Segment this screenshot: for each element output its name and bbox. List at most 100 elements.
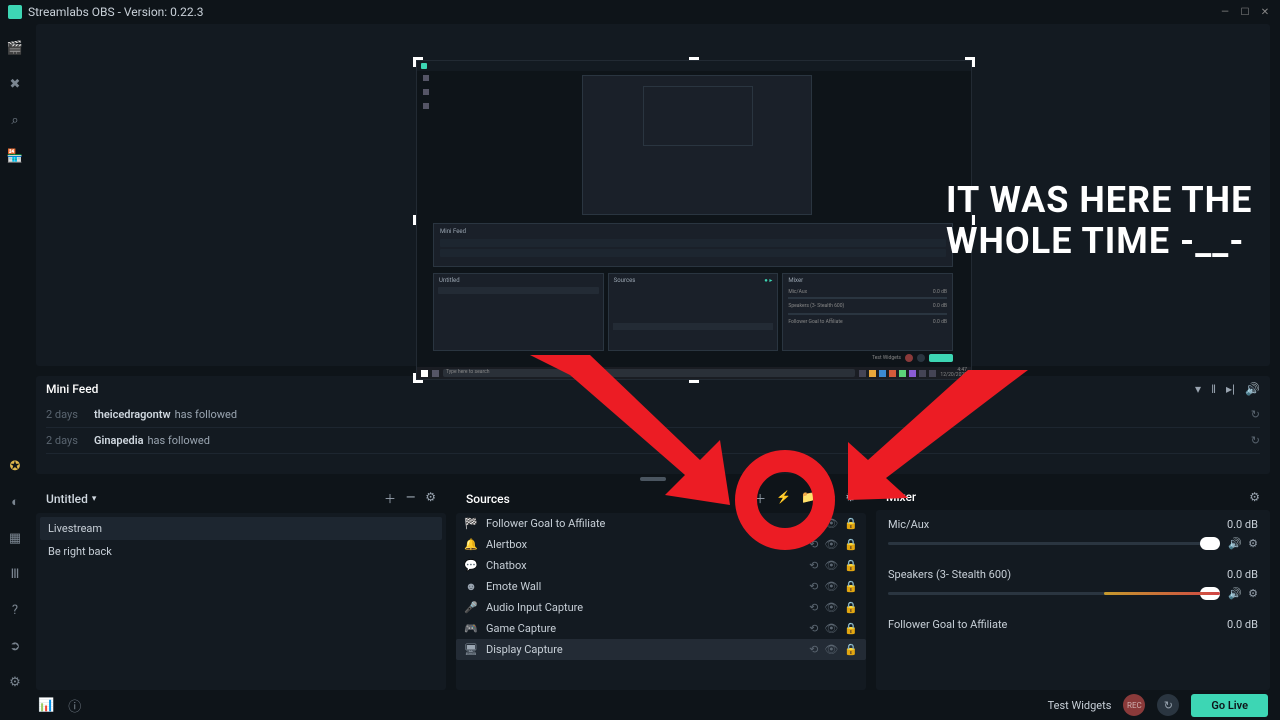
lock-icon[interactable]: 🔒 <box>844 601 858 614</box>
link-icon[interactable]: ⟲ <box>809 580 818 593</box>
mixer-channel-name: Mic/Aux <box>888 518 929 531</box>
mute-icon[interactable]: 🔊 <box>1228 537 1242 550</box>
link-icon[interactable]: ⟲ <box>809 559 818 572</box>
feed-action: has followed <box>147 434 209 447</box>
settings-icon[interactable]: ⚙ <box>7 674 23 690</box>
source-label: Emote Wall <box>486 580 541 593</box>
scene-collection-label: Untitled <box>46 492 88 506</box>
repeat-icon[interactable]: ↻ <box>1251 408 1260 421</box>
scene-settings-icon[interactable]: ⚙ <box>425 490 436 507</box>
bottom-bar: 📊 ⓘ Test Widgets REC ↻ Go Live <box>0 690 1280 720</box>
titlebar: Streamlabs OBS - Version: 0.22.3 — ☐ ✕ <box>0 0 1280 24</box>
alerts-settings-icon[interactable]: ✪ <box>7 458 23 474</box>
mixer-channel-level: 0.0 dB <box>1227 518 1258 531</box>
visibility-icon[interactable]: 👁 <box>824 538 838 551</box>
annotation-arrow-left <box>530 355 730 505</box>
smile-icon: ☻ <box>464 580 478 593</box>
info-icon[interactable]: ⓘ <box>68 696 81 715</box>
record-button[interactable]: REC <box>1123 694 1145 716</box>
test-widgets-link[interactable]: Test Widgets <box>1048 699 1112 712</box>
lock-icon[interactable]: 🔒 <box>844 643 858 656</box>
feed-user: theicedragontw <box>94 408 171 421</box>
visibility-icon[interactable]: 👁 <box>824 601 838 614</box>
maximize-button[interactable]: ☐ <box>1238 5 1252 19</box>
minimize-button[interactable]: — <box>1218 5 1232 19</box>
add-scene-icon[interactable]: ＋ <box>384 490 396 507</box>
lock-icon[interactable]: 🔒 <box>844 559 858 572</box>
source-label: Chatbox <box>486 559 527 572</box>
app-icon <box>8 5 22 19</box>
scenes-panel: Untitled ▾ ＋ — ⚙ LivestreamBe right back <box>36 484 446 690</box>
source-label: Alertbox <box>486 538 527 551</box>
source-item[interactable]: 🖥 Display Capture ⟲ 👁 🔒 <box>456 639 866 660</box>
go-live-button[interactable]: Go Live <box>1191 694 1268 717</box>
source-item[interactable]: 🎮 Game Capture ⟲ 👁 🔒 <box>456 618 866 639</box>
close-button[interactable]: ✕ <box>1258 5 1272 19</box>
mixer-channel-level: 0.0 dB <box>1227 568 1258 581</box>
help-icon[interactable]: ? <box>7 602 23 618</box>
volume-thumb[interactable] <box>1200 587 1220 600</box>
dashboard-icon[interactable]: ▦ <box>7 530 23 546</box>
channel-settings-icon[interactable]: ⚙ <box>1248 537 1258 550</box>
logout-icon[interactable]: ➲ <box>7 638 23 654</box>
visibility-icon[interactable]: 👁 <box>824 559 838 572</box>
feed-action: has followed <box>175 408 237 421</box>
stats-icon[interactable]: Ⅲ <box>7 566 23 582</box>
mixer-channel: Follower Goal to Affiliate 0.0 dB <box>888 618 1258 631</box>
source-item[interactable]: ☻ Emote Wall ⟲ 👁 🔒 <box>456 576 866 597</box>
performance-icon[interactable]: 📊 <box>38 698 54 713</box>
goal-icon: 🏁 <box>464 517 478 530</box>
scene-collection-dropdown[interactable]: Untitled ▾ <box>46 492 96 506</box>
source-label: Game Capture <box>486 622 556 635</box>
repeat-icon[interactable]: ↻ <box>1251 434 1260 447</box>
store-icon[interactable]: 🏪 <box>7 148 23 164</box>
visibility-icon[interactable]: 👁 <box>824 643 838 656</box>
remove-scene-icon[interactable]: — <box>406 490 415 507</box>
feed-time: 2 days <box>46 434 86 447</box>
skip-icon[interactable]: ▸| <box>1226 382 1235 396</box>
scene-item[interactable]: Be right back <box>40 540 442 563</box>
volume-slider[interactable] <box>888 542 1220 545</box>
window-title: Streamlabs OBS - Version: 0.22.3 <box>28 5 203 19</box>
scene-item[interactable]: Livestream <box>40 517 442 540</box>
search-icon[interactable]: ⌕ <box>7 112 23 128</box>
mixer-channel-level: 0.0 dB <box>1227 618 1258 631</box>
mixer-settings-icon[interactable]: ⚙ <box>1249 490 1260 504</box>
source-item[interactable]: 🎤 Audio Input Capture ⟲ 👁 🔒 <box>456 597 866 618</box>
cloud-icon[interactable]: ◐ <box>7 494 23 510</box>
source-item[interactable]: 💬 Chatbox ⟲ 👁 🔒 <box>456 555 866 576</box>
mixer-channel-name: Follower Goal to Affiliate <box>888 618 1007 631</box>
mic-icon: 🎤 <box>464 601 478 614</box>
feed-user: Ginapedia <box>94 434 143 447</box>
monitor-icon: 🖥 <box>464 643 478 656</box>
visibility-icon[interactable]: 👁 <box>824 622 838 635</box>
editor-icon[interactable]: 🎬 <box>7 40 23 56</box>
mixer-list: Mic/Aux 0.0 dB 🔊 ⚙ Speakers (3- Stealth … <box>876 510 1270 690</box>
mixer-channel-name: Speakers (3- Stealth 600) <box>888 568 1011 581</box>
volume-thumb[interactable] <box>1200 537 1220 550</box>
mute-icon[interactable]: 🔊 <box>1245 382 1260 396</box>
lock-icon[interactable]: 🔒 <box>844 580 858 593</box>
link-icon[interactable]: ⟲ <box>809 622 818 635</box>
left-toolbar: 🎬 ✖ ⌕ 🏪 ✪ ◐ ▦ Ⅲ ? ➲ ⚙ <box>0 24 30 690</box>
replay-buffer-button[interactable]: ↻ <box>1157 694 1179 716</box>
volume-slider[interactable] <box>888 592 1220 595</box>
annotation-circle <box>735 450 835 550</box>
lock-icon[interactable]: 🔒 <box>844 517 858 530</box>
mixer-channel: Mic/Aux 0.0 dB 🔊 ⚙ <box>888 518 1258 550</box>
filter-icon[interactable]: ▾ <box>1195 382 1201 396</box>
chat-icon: 💬 <box>464 559 478 572</box>
link-icon[interactable]: ⟲ <box>809 601 818 614</box>
visibility-icon[interactable]: 👁 <box>824 580 838 593</box>
pause-icon[interactable]: ‖ <box>1211 382 1216 396</box>
tools-icon[interactable]: ✖ <box>7 76 23 92</box>
mute-icon[interactable]: 🔊 <box>1228 587 1242 600</box>
annotation-arrow-right <box>848 370 1028 500</box>
channel-settings-icon[interactable]: ⚙ <box>1248 587 1258 600</box>
link-icon[interactable]: ⟲ <box>809 643 818 656</box>
nested-display-capture: Mini Feed Untitled S <box>416 60 972 380</box>
bell-icon: 🔔 <box>464 538 478 551</box>
gamepad-icon: 🎮 <box>464 622 478 635</box>
lock-icon[interactable]: 🔒 <box>844 622 858 635</box>
lock-icon[interactable]: 🔒 <box>844 538 858 551</box>
